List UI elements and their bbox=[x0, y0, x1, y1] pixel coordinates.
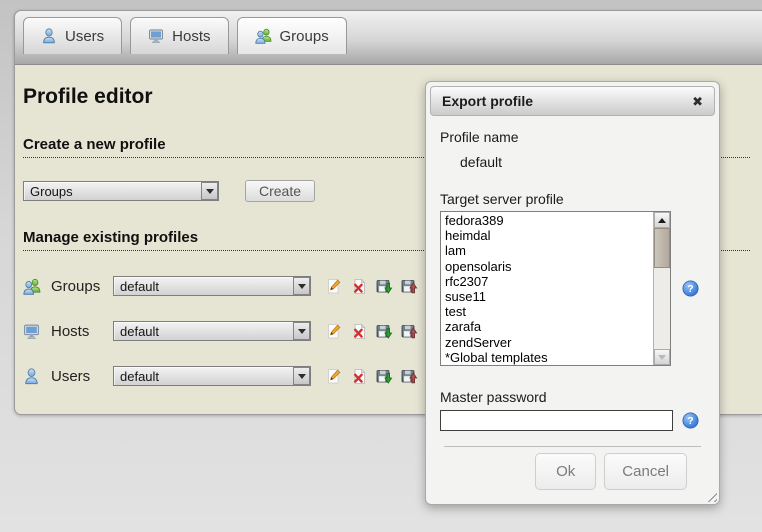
list-scrollbar[interactable] bbox=[653, 212, 670, 365]
svg-text:?: ? bbox=[687, 415, 693, 427]
tab-users-label: Users bbox=[65, 28, 104, 45]
edit-profile-icon[interactable] bbox=[326, 323, 343, 340]
chevron-down-icon[interactable] bbox=[293, 322, 310, 340]
tab-hosts-label: Hosts bbox=[172, 28, 210, 45]
target-server-profile-list[interactable]: fedora389 heimdal lam opensolaris rfc230… bbox=[440, 211, 671, 366]
delete-profile-icon[interactable] bbox=[351, 278, 368, 295]
help-icon[interactable]: ? bbox=[682, 412, 699, 429]
list-option[interactable]: rfc2307 bbox=[441, 274, 670, 289]
master-password-input[interactable] bbox=[440, 410, 673, 431]
dialog-titlebar[interactable]: Export profile ✖ bbox=[430, 86, 715, 116]
dialog-title: Export profile bbox=[442, 93, 533, 109]
create-button[interactable]: Create bbox=[245, 180, 315, 202]
tab-hosts[interactable]: Hosts bbox=[130, 17, 228, 54]
profile-type-select[interactable]: Groups bbox=[23, 181, 219, 201]
list-option[interactable]: heimdal bbox=[441, 228, 670, 243]
row-label: Users bbox=[51, 368, 113, 385]
tab-users[interactable]: Users bbox=[23, 17, 122, 54]
edit-profile-icon[interactable] bbox=[326, 278, 343, 295]
help-icon[interactable]: ? bbox=[682, 280, 699, 297]
profile-type-select-value: Groups bbox=[24, 182, 201, 200]
list-option[interactable]: lam bbox=[441, 243, 670, 258]
tab-groups[interactable]: Groups bbox=[237, 17, 347, 54]
scrollbar-up-icon[interactable] bbox=[654, 212, 670, 228]
svg-text:?: ? bbox=[687, 283, 693, 295]
scrollbar-down-icon[interactable] bbox=[654, 349, 670, 365]
profile-name-label: Profile name bbox=[440, 129, 519, 145]
export-profile-icon[interactable] bbox=[401, 323, 418, 340]
row-label: Groups bbox=[51, 278, 113, 295]
delete-profile-icon[interactable] bbox=[351, 368, 368, 385]
users-profile-select[interactable]: default bbox=[113, 366, 311, 386]
list-option[interactable]: suse11 bbox=[441, 289, 670, 304]
edit-profile-icon[interactable] bbox=[326, 368, 343, 385]
chevron-down-icon[interactable] bbox=[201, 182, 218, 200]
list-option[interactable]: zendServer bbox=[441, 335, 670, 350]
user-icon bbox=[23, 368, 44, 385]
list-option[interactable]: test bbox=[441, 304, 670, 319]
target-server-profile-label: Target server profile bbox=[440, 191, 564, 207]
delete-profile-icon[interactable] bbox=[351, 323, 368, 340]
row-label: Hosts bbox=[51, 323, 113, 340]
hosts-profile-select[interactable]: default bbox=[113, 321, 311, 341]
chevron-down-icon[interactable] bbox=[293, 277, 310, 295]
dialog-buttonpane: Ok Cancel bbox=[444, 446, 701, 504]
ok-button[interactable]: Ok bbox=[535, 453, 596, 490]
host-icon bbox=[23, 323, 44, 340]
cancel-button[interactable]: Cancel bbox=[604, 453, 687, 490]
scrollbar-thumb[interactable] bbox=[654, 228, 670, 268]
export-profile-dialog: Export profile ✖ Profile name default Ta… bbox=[425, 81, 720, 505]
group-icon bbox=[23, 278, 44, 295]
master-password-label: Master password bbox=[440, 389, 547, 405]
group-icon bbox=[255, 28, 272, 44]
export-profile-icon[interactable] bbox=[401, 368, 418, 385]
account-type-tabbar: Users Hosts Gr bbox=[15, 11, 762, 65]
list-option[interactable]: *Global templates bbox=[441, 350, 670, 365]
export-profile-icon[interactable] bbox=[401, 278, 418, 295]
tab-groups-label: Groups bbox=[280, 28, 329, 45]
list-option[interactable]: zarafa bbox=[441, 319, 670, 334]
close-icon[interactable]: ✖ bbox=[692, 95, 703, 108]
profile-name-value: default bbox=[460, 154, 502, 170]
host-icon bbox=[148, 28, 164, 44]
import-profile-icon[interactable] bbox=[376, 278, 393, 295]
import-profile-icon[interactable] bbox=[376, 368, 393, 385]
chevron-down-icon[interactable] bbox=[293, 367, 310, 385]
import-profile-icon[interactable] bbox=[376, 323, 393, 340]
user-icon bbox=[41, 28, 57, 44]
list-option[interactable]: fedora389 bbox=[441, 213, 670, 228]
groups-profile-select[interactable]: default bbox=[113, 276, 311, 296]
list-option[interactable]: opensolaris bbox=[441, 259, 670, 274]
